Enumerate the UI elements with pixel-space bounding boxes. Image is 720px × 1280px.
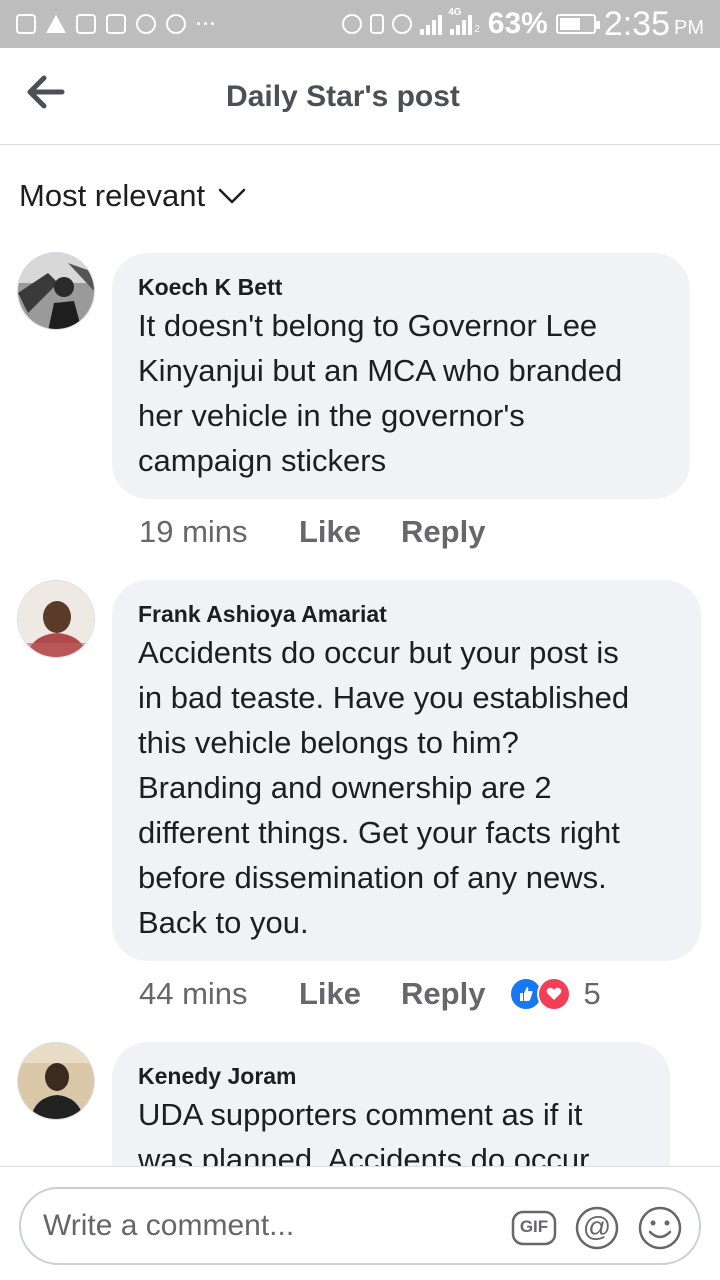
comment-line: campaign stickers xyxy=(138,443,387,478)
reply-button[interactable]: Reply xyxy=(401,976,485,1012)
comment-meta: 44 mins Like Reply 5 xyxy=(139,976,601,1012)
signal-strength-icon xyxy=(420,13,443,35)
image-icon xyxy=(76,14,96,34)
app-header: Daily Star's post xyxy=(0,48,720,145)
reply-button[interactable]: Reply xyxy=(401,514,485,550)
gif-label: GIF xyxy=(519,1217,549,1236)
comment-meta: 19 mins Like Reply xyxy=(139,514,525,550)
more-notifications-icon: ··· xyxy=(196,14,217,34)
app-grid-icon xyxy=(106,14,126,34)
comment-bubble[interactable]: Koech K Bett It doesn't belong to Govern… xyxy=(112,253,690,499)
chevron-down-icon xyxy=(218,188,246,204)
comment-line: It doesn't belong to Governor Lee xyxy=(138,308,598,343)
comment-bubble[interactable]: Kenedy Joram UDA supporters comment as i… xyxy=(112,1042,670,1166)
vibrate-icon xyxy=(370,14,385,34)
message-icon xyxy=(16,14,36,34)
comment-line: different things. Get your facts right xyxy=(138,815,620,850)
comment-line: Back to you. xyxy=(138,905,309,940)
avatar[interactable] xyxy=(17,580,95,658)
comment-input[interactable]: Write a comment... GIF @ xyxy=(19,1187,701,1265)
emoji-icon xyxy=(638,1206,682,1250)
sort-dropdown[interactable]: Most relevant xyxy=(19,176,247,216)
comment-line: this vehicle belongs to him? xyxy=(138,725,519,760)
comment-line: in bad teaste. Have you established xyxy=(138,680,630,715)
network-type-label: 4G xyxy=(448,7,462,18)
mention-button[interactable]: @ xyxy=(574,1205,620,1251)
comments-list: Koech K Bett It doesn't belong to Govern… xyxy=(0,250,720,1166)
page-title: Daily Star's post xyxy=(226,80,460,113)
comment-author[interactable]: Kenedy Joram xyxy=(138,1060,644,1092)
battery-icon xyxy=(555,14,600,34)
emoji-button[interactable] xyxy=(637,1205,683,1251)
status-bar: ··· 4G 2 63% 2:35 PM xyxy=(0,0,720,48)
sim-slot-label: 2 xyxy=(474,24,480,35)
comment-line: Accidents do occur but your post is xyxy=(138,635,619,670)
comment-line: her vehicle in the governor's xyxy=(138,398,525,433)
battery-level-fill xyxy=(559,18,580,30)
alarm-status-icon xyxy=(392,14,413,34)
avatar[interactable] xyxy=(17,252,95,330)
clock-ampm: PM xyxy=(674,16,704,39)
clock-time: 2:35 xyxy=(603,4,670,43)
reactions-summary[interactable]: 5 xyxy=(509,976,601,1012)
comment-line: before dissemination of any news. xyxy=(138,860,607,895)
comment-bubble[interactable]: Frank Ashioya Amariat Accidents do occur… xyxy=(112,580,701,961)
comment-input-placeholder: Write a comment... xyxy=(43,1209,295,1242)
sort-label: Most relevant xyxy=(19,178,206,213)
notification-icons: ··· xyxy=(16,10,217,38)
avatar-photo xyxy=(18,581,94,657)
comment-author[interactable]: Frank Ashioya Amariat xyxy=(138,598,675,630)
signal-4g-icon: 4G 2 xyxy=(448,7,480,35)
like-button[interactable]: Like xyxy=(299,976,361,1012)
love-reaction-icon xyxy=(537,977,572,1011)
comment-line: Kinyanjui but an MCA who branded xyxy=(138,353,623,388)
avatar-photo xyxy=(18,1043,94,1119)
comment-time[interactable]: 19 mins xyxy=(139,514,299,550)
like-button[interactable]: Like xyxy=(299,514,361,550)
mention-symbol: @ xyxy=(582,1211,612,1242)
telegram-icon xyxy=(46,15,66,33)
comment-line: Branding and ownership are 2 xyxy=(138,770,552,805)
alarm-icon xyxy=(166,14,186,34)
reaction-count: 5 xyxy=(583,976,601,1011)
avatar[interactable] xyxy=(17,1042,95,1120)
avatar-photo xyxy=(18,253,94,329)
system-icons: 4G 2 63% 2:35 PM xyxy=(342,4,704,43)
comment-line: was planned. Accidents do occur xyxy=(138,1142,590,1166)
comment-composer-bar: Write a comment... GIF @ xyxy=(0,1166,720,1280)
comment-time[interactable]: 44 mins xyxy=(139,976,299,1012)
gif-button[interactable]: GIF xyxy=(511,1205,557,1251)
data-saver-icon xyxy=(342,14,363,34)
at-icon xyxy=(136,14,156,34)
comment-line: UDA supporters comment as if it xyxy=(138,1097,583,1132)
comment-author[interactable]: Koech K Bett xyxy=(138,271,664,303)
battery-percent: 63% xyxy=(487,7,548,40)
